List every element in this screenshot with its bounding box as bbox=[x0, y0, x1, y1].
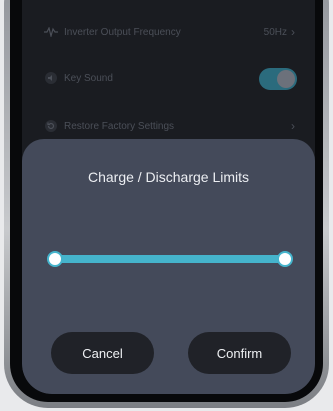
range-slider-track[interactable] bbox=[47, 251, 293, 267]
app-screen: Inverter Output Frequency 50Hz › Key Sou… bbox=[22, 0, 315, 394]
cancel-button[interactable]: Cancel bbox=[51, 332, 154, 374]
speaker-icon bbox=[44, 71, 58, 85]
wave-icon bbox=[44, 25, 58, 39]
key-sound-toggle[interactable] bbox=[259, 68, 297, 90]
setting-row-inverter-frequency[interactable]: Inverter Output Frequency 50Hz › bbox=[22, 10, 315, 54]
range-slider-high-handle[interactable] bbox=[277, 251, 293, 267]
range-slider-low-handle[interactable] bbox=[47, 251, 63, 267]
setting-value: 50Hz bbox=[263, 26, 287, 38]
limits-bottom-sheet: Charge / Discharge Limits Cancel Confirm bbox=[22, 139, 315, 394]
range-slider-fill bbox=[55, 255, 285, 263]
toggle-knob bbox=[277, 70, 295, 88]
confirm-button[interactable]: Confirm bbox=[188, 332, 291, 374]
chevron-right-icon: › bbox=[291, 25, 295, 39]
setting-row-key-sound: Key Sound bbox=[22, 56, 315, 100]
setting-label: Inverter Output Frequency bbox=[64, 26, 181, 38]
setting-label: Restore Factory Settings bbox=[64, 120, 175, 132]
restore-icon bbox=[44, 119, 58, 133]
chevron-right-icon: › bbox=[291, 119, 295, 133]
sheet-title: Charge / Discharge Limits bbox=[87, 169, 250, 185]
